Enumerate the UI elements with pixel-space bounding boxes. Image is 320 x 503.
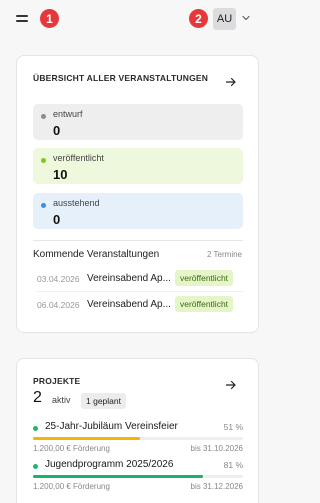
annotation-badge-2: 2 bbox=[189, 9, 208, 28]
status-dot bbox=[41, 158, 46, 163]
project-percent: 51 % bbox=[223, 422, 243, 432]
stat-label: ausstehend bbox=[53, 198, 100, 208]
status-dot bbox=[41, 203, 46, 208]
arrow-right-icon[interactable] bbox=[225, 379, 237, 391]
project-percent: 81 % bbox=[223, 460, 243, 470]
project-name: Jugendprogramm 2025/2026 bbox=[45, 459, 174, 470]
project-funding: 1.200,00 € Förderung bbox=[33, 482, 110, 491]
stat-pending[interactable]: ausstehend 0 bbox=[33, 193, 243, 229]
event-name: Vereinsabend Ap... bbox=[87, 299, 171, 310]
planned-badge: 1 geplant bbox=[81, 393, 126, 409]
project-status-dot bbox=[33, 464, 38, 469]
upcoming-events-title: Kommende Veranstaltungen bbox=[33, 249, 160, 260]
status-badge: veröffentlicht bbox=[175, 270, 234, 286]
divider bbox=[33, 240, 243, 241]
chevron-down-icon[interactable] bbox=[242, 14, 250, 22]
project-item[interactable]: 25-Jahr-Jubiläum Vereinsfeier 51 % 1.200… bbox=[33, 421, 243, 457]
status-dot bbox=[41, 114, 46, 119]
stat-value: 10 bbox=[53, 167, 68, 182]
progress-fill bbox=[33, 475, 204, 478]
events-card-title: ÜBERSICHT ALLER VERANSTALTUNGEN bbox=[33, 73, 209, 83]
active-label: aktiv bbox=[52, 395, 71, 405]
stat-published[interactable]: veröffentlicht 10 bbox=[33, 148, 243, 184]
arrow-right-icon[interactable] bbox=[225, 76, 237, 88]
events-overview-card: ÜBERSICHT ALLER VERANSTALTUNGEN entwurf … bbox=[16, 55, 259, 333]
active-projects-count: 2 bbox=[33, 389, 42, 406]
status-badge: veröffentlicht bbox=[175, 296, 234, 312]
project-name: 25-Jahr-Jubiläum Vereinsfeier bbox=[45, 421, 178, 432]
event-date: 06.04.2026 bbox=[37, 300, 80, 310]
user-avatar[interactable]: AU bbox=[213, 8, 236, 30]
stat-label: entwurf bbox=[53, 109, 83, 119]
progress-fill bbox=[33, 437, 141, 440]
menu-icon-line bbox=[16, 15, 28, 17]
upcoming-events-count: 2 Termine bbox=[207, 250, 242, 259]
progress-track bbox=[33, 437, 243, 440]
project-item[interactable]: Jugendprogramm 2025/2026 81 % 1.200,00 €… bbox=[33, 459, 243, 495]
stat-value: 0 bbox=[53, 212, 61, 227]
top-bar: 1 2 AU bbox=[0, 0, 275, 42]
annotation-badge-1: 1 bbox=[40, 9, 59, 28]
project-due-date: bis 31.12.2026 bbox=[190, 482, 244, 491]
progress-track bbox=[33, 475, 243, 478]
stat-label: veröffentlicht bbox=[53, 153, 104, 163]
projects-card-title: PROJEKTE bbox=[33, 376, 81, 386]
projects-card: PROJEKTE 2 aktiv 1 geplant 25-Jahr-Jubil… bbox=[16, 358, 259, 503]
project-status-dot bbox=[33, 426, 38, 431]
menu-icon-line bbox=[16, 20, 28, 22]
event-row[interactable]: 03.04.2026 Vereinsabend Ap... veröffentl… bbox=[37, 270, 247, 288]
event-name: Vereinsabend Ap... bbox=[87, 273, 171, 284]
stat-draft[interactable]: entwurf 0 bbox=[33, 104, 243, 140]
event-date: 03.04.2026 bbox=[37, 274, 80, 284]
event-row[interactable]: 06.04.2026 Vereinsabend Ap... veröffentl… bbox=[37, 296, 247, 314]
stat-value: 0 bbox=[53, 123, 61, 138]
menu-icon[interactable] bbox=[16, 13, 28, 23]
project-due-date: bis 31.10.2026 bbox=[190, 444, 244, 453]
divider bbox=[37, 291, 243, 292]
project-funding: 1.200,00 € Förderung bbox=[33, 444, 110, 453]
